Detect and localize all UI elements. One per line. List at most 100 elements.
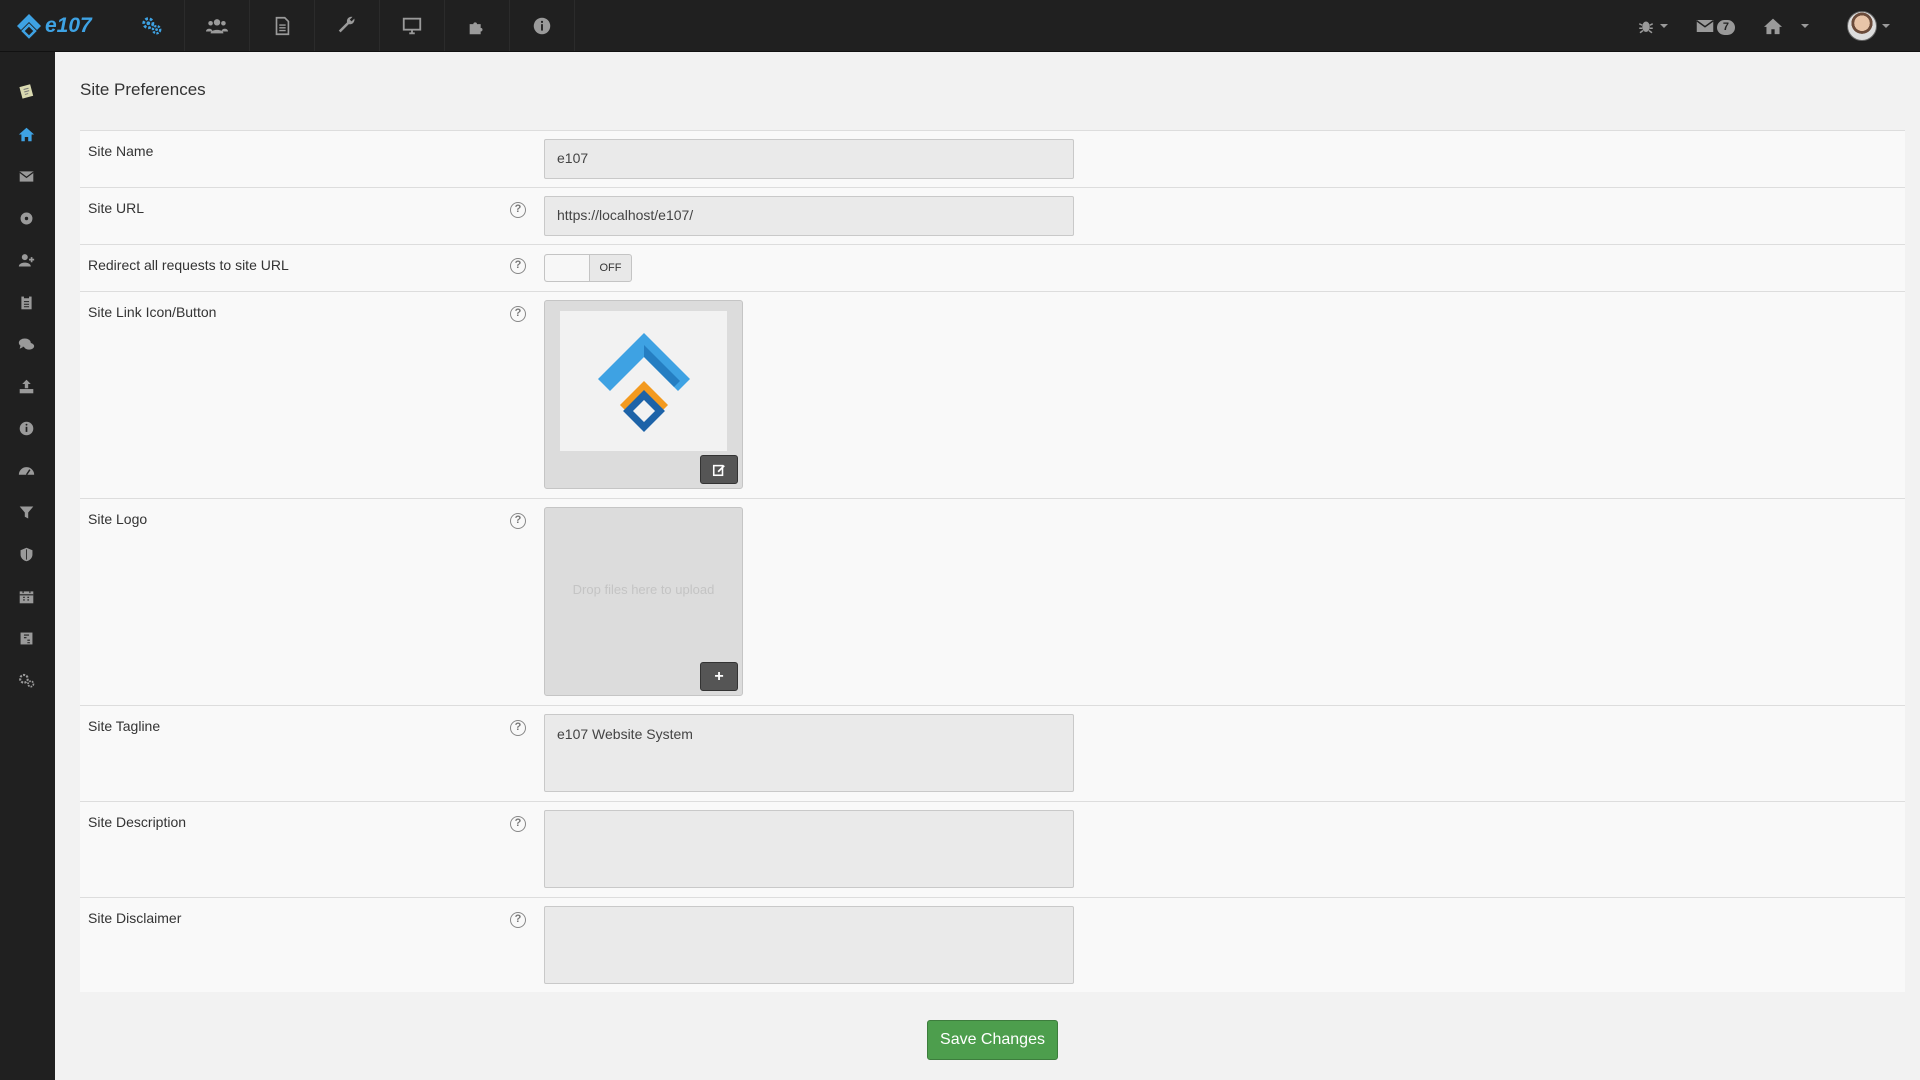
shield-icon: [20, 547, 32, 561]
preferences-form: Site Name e107 Site URL ? https://localh…: [80, 130, 1905, 992]
edit-icon: [712, 464, 725, 476]
help-icon[interactable]: ?: [510, 306, 526, 322]
save-changes-button[interactable]: Save Changes: [927, 1020, 1058, 1060]
sidebar-item-scripts[interactable]: [16, 628, 36, 648]
cogs-icon: [18, 673, 34, 687]
redirect-toggle[interactable]: OFF: [544, 254, 632, 282]
tools-wrench-icon: [338, 16, 355, 32]
site-url-input[interactable]: https://localhost/e107/: [544, 196, 1074, 236]
nav-settings[interactable]: [120, 0, 185, 51]
site-name-input[interactable]: e107: [544, 139, 1074, 179]
help-icon[interactable]: ?: [510, 202, 526, 218]
disclaimer-textarea[interactable]: [544, 906, 1074, 984]
sidebar-item-clipboard[interactable]: [16, 292, 36, 312]
top-navbar: e107 7: [0, 0, 1920, 52]
nav-plugins[interactable]: [445, 0, 510, 51]
notepad-icon: [18, 83, 33, 99]
description-textarea[interactable]: [544, 810, 1074, 888]
toggle-knob: [545, 255, 590, 281]
site-link-image: [560, 311, 727, 451]
sidebar-item-home[interactable]: [16, 124, 36, 144]
help-icon[interactable]: ?: [510, 513, 526, 529]
calendar-icon: [19, 589, 33, 603]
chevron-down-icon: [1659, 23, 1668, 28]
comments-icon: [18, 338, 34, 350]
help-icon[interactable]: ?: [510, 258, 526, 274]
sidebar-item-settings[interactable]: [16, 670, 36, 690]
users-icon: [206, 18, 228, 33]
link-button-label: Site Link Icon/Button: [88, 304, 217, 320]
user-menu[interactable]: [1833, 0, 1920, 51]
sidebar-item-info[interactable]: [16, 418, 36, 438]
chevron-down-icon: [1801, 23, 1809, 28]
debug-menu[interactable]: [1623, 0, 1682, 51]
edit-image-button[interactable]: [700, 455, 738, 484]
tagline-textarea[interactable]: e107 Website System: [544, 714, 1074, 792]
redirect-label: Redirect all requests to site URL: [88, 257, 289, 273]
site-logo-label: Site Logo: [88, 511, 148, 527]
envelope-icon: [1696, 19, 1714, 32]
link-button-image-box: [544, 300, 743, 489]
e107-logo-icon: [597, 333, 690, 432]
plus-icon: +: [714, 667, 724, 685]
sidebar-item-upload[interactable]: [16, 376, 36, 396]
brand-name: e107: [45, 13, 92, 37]
help-icon[interactable]: ?: [510, 720, 526, 736]
plugins-puzzle-icon: [469, 21, 483, 34]
nav-tools[interactable]: [315, 0, 380, 51]
admin-sidebar: [0, 52, 55, 1080]
add-logo-button[interactable]: +: [700, 662, 738, 691]
dashboard-icon: [18, 466, 34, 475]
disc-icon: [20, 212, 32, 224]
settings-cogs-icon: [142, 16, 162, 34]
site-url-label: Site URL: [88, 200, 145, 216]
about-info-icon: [533, 17, 551, 34]
js-file-icon: [20, 632, 32, 644]
disclaimer-label: Site Disclaimer: [88, 910, 182, 926]
sidebar-item-user-add[interactable]: [16, 250, 36, 270]
sidebar-item-filter[interactable]: [16, 502, 36, 522]
sidebar-item-calendar[interactable]: [16, 586, 36, 606]
help-icon[interactable]: ?: [510, 912, 526, 928]
navbar-spacer: [575, 0, 1623, 51]
clipboard-icon: [20, 295, 32, 309]
sidebar-item-media[interactable]: [16, 208, 36, 228]
upload-icon: [19, 379, 33, 393]
sidebar-item-notepad[interactable]: [16, 80, 36, 100]
row-redirect: Redirect all requests to site URL ? OFF: [80, 245, 1905, 292]
brand-logo[interactable]: e107: [0, 0, 120, 51]
sidebar-item-mail[interactable]: [16, 166, 36, 186]
logo-dropzone[interactable]: Drop files here to upload +: [544, 507, 743, 696]
description-label: Site Description: [88, 814, 187, 830]
user-add-icon: [18, 253, 34, 266]
row-link-button: Site Link Icon/Button ?: [80, 292, 1905, 499]
row-description: Site Description ?: [80, 802, 1905, 898]
bug-icon: [1638, 21, 1653, 33]
sidebar-item-security[interactable]: [16, 544, 36, 564]
messages-count-badge: 7: [1716, 20, 1735, 35]
row-tagline: Site Tagline ? e107 Website System: [80, 706, 1905, 802]
nav-appearance[interactable]: [380, 0, 445, 51]
site-name-label: Site Name: [88, 143, 154, 159]
info-icon: [19, 421, 33, 435]
messages-menu[interactable]: 7: [1682, 0, 1749, 51]
content-page-icon: [275, 16, 290, 35]
row-site-logo: Site Logo ? Drop files here to upload +: [80, 499, 1905, 706]
nav-content[interactable]: [250, 0, 315, 51]
row-disclaimer: Site Disclaimer ?: [80, 898, 1905, 992]
sidebar-item-dashboard[interactable]: [16, 460, 36, 480]
appearance-monitor-icon: [402, 17, 422, 34]
nav-users[interactable]: [185, 0, 250, 51]
nav-about[interactable]: [510, 0, 575, 51]
e107-logo-icon: [17, 13, 41, 39]
help-icon[interactable]: ?: [510, 816, 526, 832]
home-menu[interactable]: [1749, 0, 1833, 51]
row-site-url: Site URL ? https://localhost/e107/: [80, 188, 1905, 245]
sidebar-item-comments[interactable]: [16, 334, 36, 354]
envelope-icon: [18, 170, 34, 182]
avatar: [1847, 10, 1877, 41]
home-icon: [1764, 18, 1782, 34]
tagline-label: Site Tagline: [88, 718, 161, 734]
page-title: Site Preferences: [80, 80, 206, 99]
chevron-down-icon: [1882, 23, 1890, 28]
